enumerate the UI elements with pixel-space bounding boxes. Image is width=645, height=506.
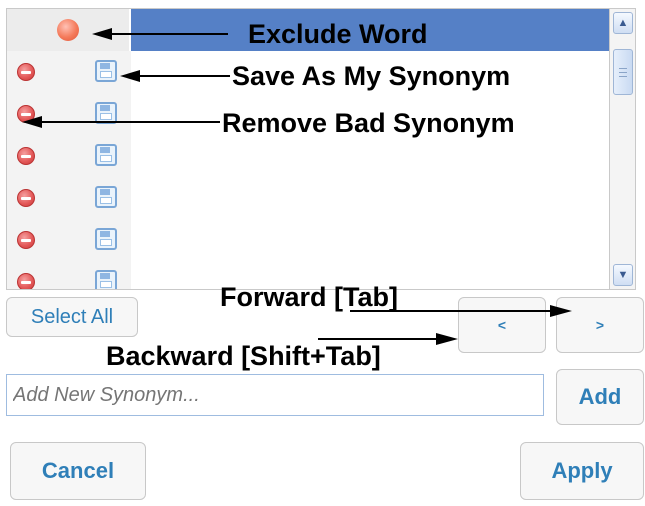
- remove-icon[interactable]: [17, 63, 35, 81]
- forward-label: Forward [Tab]: [220, 282, 398, 312]
- synonym-cell[interactable]: [131, 135, 609, 177]
- save-icon[interactable]: [95, 186, 117, 208]
- chevron-up-icon[interactable]: ▲: [613, 12, 633, 34]
- remove-icon[interactable]: [17, 231, 35, 249]
- select-all-button[interactable]: Select All: [6, 297, 138, 337]
- save-icon[interactable]: [95, 60, 117, 82]
- synonym-cell[interactable]: [131, 177, 609, 219]
- table-row[interactable]: [7, 135, 609, 178]
- vertical-scrollbar[interactable]: ▲ ▼: [610, 8, 636, 290]
- remove-arrow-line: [40, 121, 220, 123]
- save-icon[interactable]: [95, 270, 117, 289]
- apply-button[interactable]: Apply: [520, 442, 644, 500]
- remove-arrow-head: [22, 116, 42, 128]
- remove-synonym-label: Remove Bad Synonym: [222, 108, 515, 138]
- add-button[interactable]: Add: [556, 369, 644, 425]
- save-arrow-line: [140, 75, 230, 77]
- exclude-arrow-head: [92, 28, 112, 40]
- exclude-icon[interactable]: [57, 19, 79, 41]
- table-row[interactable]: [7, 219, 609, 262]
- scrollbar-thumb[interactable]: [613, 49, 633, 95]
- cancel-button[interactable]: Cancel: [10, 442, 146, 500]
- backward-label: Backward [Shift+Tab]: [106, 341, 381, 371]
- save-icon[interactable]: [95, 144, 117, 166]
- chevron-down-icon[interactable]: ▼: [613, 264, 633, 286]
- backward-arrow-head: [436, 333, 458, 345]
- synonym-cell[interactable]: [131, 219, 609, 261]
- synonym-grid: [6, 8, 610, 290]
- forward-arrow-line: [350, 310, 550, 312]
- save-icon[interactable]: [95, 228, 117, 250]
- exclude-word-label: Exclude Word: [248, 19, 428, 49]
- forward-arrow-head: [550, 305, 572, 317]
- save-synonym-label: Save As My Synonym: [232, 61, 511, 91]
- new-synonym-input[interactable]: [6, 374, 544, 416]
- remove-icon[interactable]: [17, 273, 35, 289]
- remove-icon[interactable]: [17, 147, 35, 165]
- save-arrow-head: [120, 70, 140, 82]
- previous-button[interactable]: <: [458, 297, 546, 353]
- table-row[interactable]: [7, 177, 609, 220]
- remove-icon[interactable]: [17, 189, 35, 207]
- exclude-arrow-line: [112, 33, 228, 35]
- backward-arrow-line: [318, 338, 436, 340]
